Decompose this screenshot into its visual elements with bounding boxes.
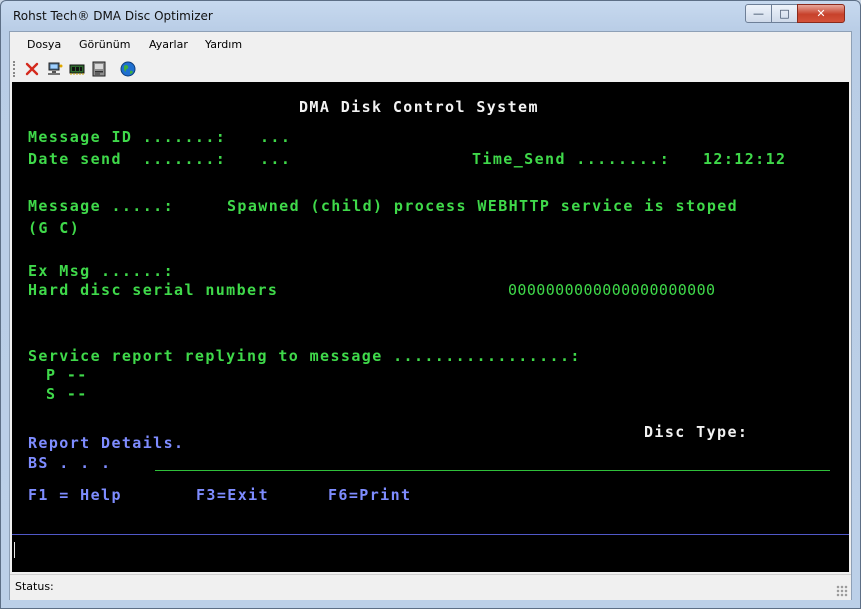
date-send-value: ... — [260, 150, 292, 168]
memory-chip-icon[interactable] — [68, 60, 86, 78]
menu-ayarlar[interactable]: Ayarlar — [149, 38, 188, 51]
ex-msg-label: Ex Msg ......: — [28, 262, 175, 280]
menu-yardim[interactable]: Yardım — [205, 38, 242, 51]
terminal-heading: DMA Disk Control System — [299, 98, 539, 116]
toolbar-grip[interactable] — [13, 61, 18, 77]
bs-input-line[interactable] — [155, 470, 830, 471]
message-label: Message .....: — [28, 197, 175, 215]
close-button[interactable]: ✕ — [797, 4, 845, 23]
message-continuation: (G C) — [28, 219, 81, 237]
terminal-screen[interactable]: DMA Disk Control System Message ID .....… — [12, 82, 849, 572]
f1-help-key[interactable]: F1 = Help — [28, 486, 122, 504]
service-report-label: Service report replying to message .....… — [28, 347, 581, 365]
disc-type-label: Disc Type: — [644, 423, 749, 441]
message-text: Spawned (child) process WEBHTTP service … — [227, 197, 739, 215]
f3-exit-key[interactable]: F3=Exit — [196, 486, 269, 504]
status-bar: Status: — [10, 574, 851, 600]
minimize-button[interactable]: — — [745, 4, 772, 23]
globe-icon[interactable] — [119, 60, 137, 78]
menu-dosya[interactable]: Dosya — [27, 38, 61, 51]
maximize-button[interactable]: □ — [771, 4, 798, 23]
s-line: S -- — [46, 385, 88, 403]
app-window: Rohst Tech® DMA Disc Optimizer — □ ✕ Dos… — [0, 0, 861, 609]
close-x-icon[interactable] — [23, 60, 41, 78]
disk-drive-icon[interactable] — [90, 60, 108, 78]
client-area: Dosya Görünüm Ayarlar Yardım DMA Disk Co… — [9, 31, 852, 600]
status-label: Status: — [15, 580, 54, 593]
report-details-label: Report Details. — [28, 434, 185, 452]
network-computer-icon[interactable] — [46, 60, 64, 78]
toolbar — [10, 56, 851, 82]
serial-value: 0000000000000000000000 — [508, 281, 716, 299]
time-send-value: 12:12:12 — [703, 150, 787, 168]
p-line: P -- — [46, 366, 88, 384]
menu-gorunum[interactable]: Görünüm — [79, 38, 130, 51]
date-send-label: Date send .......: — [28, 150, 227, 168]
bs-label: BS . . . — [28, 454, 112, 472]
input-cursor[interactable] — [14, 542, 15, 558]
resize-grip[interactable] — [836, 585, 848, 597]
message-id-label: Message ID .......: — [28, 128, 227, 146]
f6-print-key[interactable]: F6=Print — [328, 486, 411, 504]
title-bar[interactable]: Rohst Tech® DMA Disc Optimizer — □ ✕ — [1, 1, 860, 31]
time-send-label: Time_Send ........: — [472, 150, 671, 168]
serial-label: Hard disc serial numbers — [28, 281, 279, 299]
window-title: Rohst Tech® DMA Disc Optimizer — [13, 9, 213, 23]
command-divider — [12, 534, 849, 535]
menu-bar: Dosya Görünüm Ayarlar Yardım — [10, 32, 851, 56]
message-id-value: ... — [260, 128, 292, 146]
